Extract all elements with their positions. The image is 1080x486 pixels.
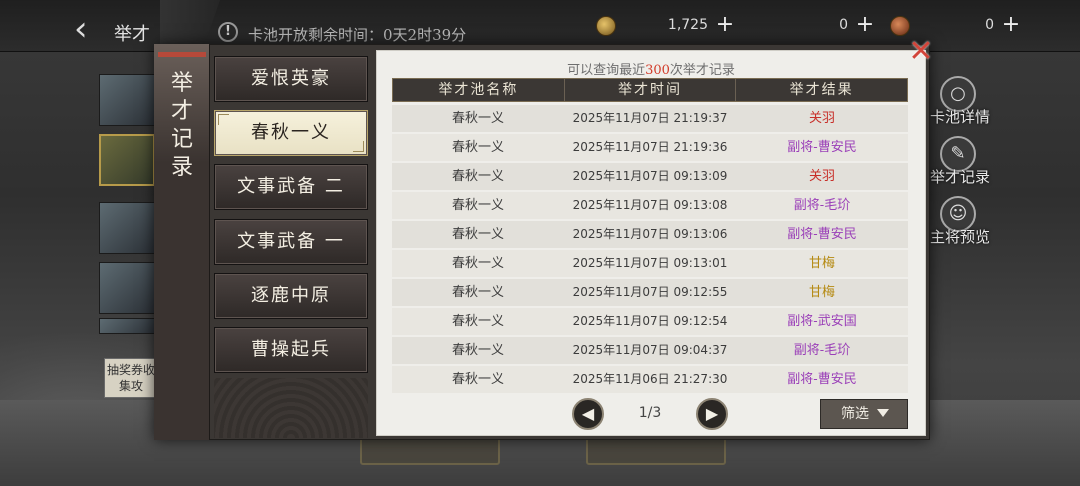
close-icon[interactable]: ✕ [906, 37, 936, 68]
title-accent-bar [158, 52, 206, 57]
previous-page-icon[interactable]: ◀ [572, 398, 604, 430]
general-portrait [99, 202, 155, 254]
record-result: 副将-曹安民 [787, 227, 857, 242]
currency-amount: 0 [985, 17, 994, 33]
record-row: 春秋一义 2025年11月07日 09:12:54 副将-武安国 [392, 308, 908, 335]
record-pool: 春秋一义 [451, 227, 504, 242]
general-portrait [99, 318, 155, 334]
general-portrait [99, 74, 155, 126]
general-preview-button[interactable]: ☺ 主将预览 [928, 196, 992, 256]
category-tab[interactable]: 爱恨英豪 [214, 56, 368, 102]
record-time: 2025年11月07日 09:13:09 [572, 169, 728, 183]
record-time: 2025年11月07日 09:04:37 [572, 343, 728, 357]
record-time: 2025年11月07日 09:13:01 [572, 256, 728, 270]
record-result: 副将-武安国 [787, 314, 857, 329]
modal-title: 举才记录 [170, 71, 193, 180]
column-header-pool: 举才池名称 [393, 79, 565, 101]
filter-button[interactable]: 筛选 [820, 399, 908, 429]
add-red-token-button[interactable]: + [1000, 14, 1022, 37]
record-row: 春秋一义 2025年11月07日 09:04:37 副将-毛玠 [392, 337, 908, 364]
category-tab[interactable]: 文事武备 一 [214, 219, 368, 265]
draw-records-label: 举才记录 [929, 168, 990, 186]
coin-icon [596, 16, 616, 36]
funnel-icon [877, 409, 889, 417]
subtitle-prefix: 可以查询最近 [567, 63, 646, 78]
record-pool: 春秋一义 [451, 343, 504, 358]
record-time: 2025年11月07日 21:19:36 [572, 140, 728, 154]
record-result: 副将-毛玠 [793, 343, 851, 358]
record-result: 甘梅 [808, 256, 835, 271]
general-preview-label: 主将预览 [929, 228, 990, 246]
record-pool: 春秋一义 [451, 111, 504, 126]
record-time: 2025年11月07日 21:19:37 [572, 111, 728, 125]
record-row: 春秋一义 2025年11月06日 21:27:30 副将-曹安民 [392, 366, 908, 393]
subtitle-suffix: 次举才记录 [669, 63, 735, 78]
record-row: 春秋一义 2025年11月07日 09:13:08 副将-毛玠 [392, 192, 908, 219]
general-portrait [99, 262, 155, 314]
record-pool: 春秋一义 [451, 372, 504, 387]
add-token-button[interactable]: + [854, 14, 876, 37]
ticket-guide-banner: 抽奖券收集攻 [104, 358, 158, 398]
record-time: 2025年11月07日 09:13:06 [572, 227, 728, 241]
filter-label: 筛选 [841, 406, 869, 422]
wave-pattern-decoration [214, 378, 368, 438]
record-result: 副将-曹安民 [787, 140, 857, 155]
record-row: 春秋一义 2025年11月07日 09:13:06 副将-曹安民 [392, 221, 908, 248]
record-row: 春秋一义 2025年11月07日 09:13:09 关羽 [392, 163, 908, 190]
pool-details-button[interactable]: ○ 卡池详情 [928, 76, 992, 136]
notice-icon: ! [218, 22, 238, 42]
record-result: 关羽 [808, 169, 835, 184]
record-pool: 春秋一义 [451, 140, 504, 155]
pool-details-label: 卡池详情 [929, 108, 990, 126]
record-row: 春秋一义 2025年11月07日 21:19:36 副将-曹安民 [392, 134, 908, 161]
draw-records-button[interactable]: ✎ 举才记录 [928, 136, 992, 196]
record-result: 副将-曹安民 [787, 372, 857, 387]
record-time: 2025年11月07日 09:12:55 [572, 285, 728, 299]
category-tab[interactable]: 逐鹿中原 [214, 273, 368, 319]
record-row: 春秋一义 2025年11月07日 09:13:01 甘梅 [392, 250, 908, 277]
record-pool: 春秋一义 [451, 169, 504, 184]
general-portrait-selected [99, 134, 155, 186]
record-pool: 春秋一义 [451, 285, 504, 300]
record-result: 副将-毛玠 [793, 198, 851, 213]
category-tab-active[interactable]: 春秋一义 [214, 110, 368, 156]
category-tab[interactable]: 曹操起兵 [214, 327, 368, 373]
record-row: 春秋一义 2025年11月07日 21:19:37 关羽 [392, 105, 908, 132]
category-tab[interactable]: 文事武备 二 [214, 164, 368, 210]
currency-amount: 1,725 [667, 17, 708, 33]
column-header-result: 举才结果 [789, 82, 854, 98]
record-limit-number: 300 [645, 63, 670, 78]
add-currency-button[interactable]: + [714, 14, 736, 37]
record-pool: 春秋一义 [451, 314, 504, 329]
page-title: 举才 [114, 24, 150, 45]
records-subtitle: 可以查询最近300次举才记录 [376, 59, 926, 78]
record-result: 关羽 [808, 111, 835, 126]
record-result: 甘梅 [808, 285, 835, 300]
page-indicator: 1/3 [638, 405, 662, 421]
currency-coin: 1,725 + [596, 14, 736, 37]
record-pool: 春秋一义 [451, 256, 504, 271]
record-time: 2025年11月07日 09:12:54 [572, 314, 728, 328]
pool-remaining-time: 卡池开放剩余时间：0天2时39分 [248, 26, 467, 44]
column-header-time: 举才时间 [565, 79, 737, 101]
back-arrow-icon[interactable]: ‹ [74, 12, 110, 50]
currency-amount: 0 [839, 17, 848, 33]
currency-token: 0 + [766, 14, 876, 37]
records-table-header: 举才池名称 举才时间 举才结果 [392, 78, 908, 102]
record-time: 2025年11月07日 09:13:08 [572, 198, 728, 212]
record-time: 2025年11月06日 21:27:30 [572, 372, 728, 386]
record-pool: 春秋一义 [451, 198, 504, 213]
red-token-icon [890, 16, 910, 36]
record-row: 春秋一义 2025年11月07日 09:12:55 甘梅 [392, 279, 908, 306]
next-page-icon[interactable]: ▶ [696, 398, 728, 430]
